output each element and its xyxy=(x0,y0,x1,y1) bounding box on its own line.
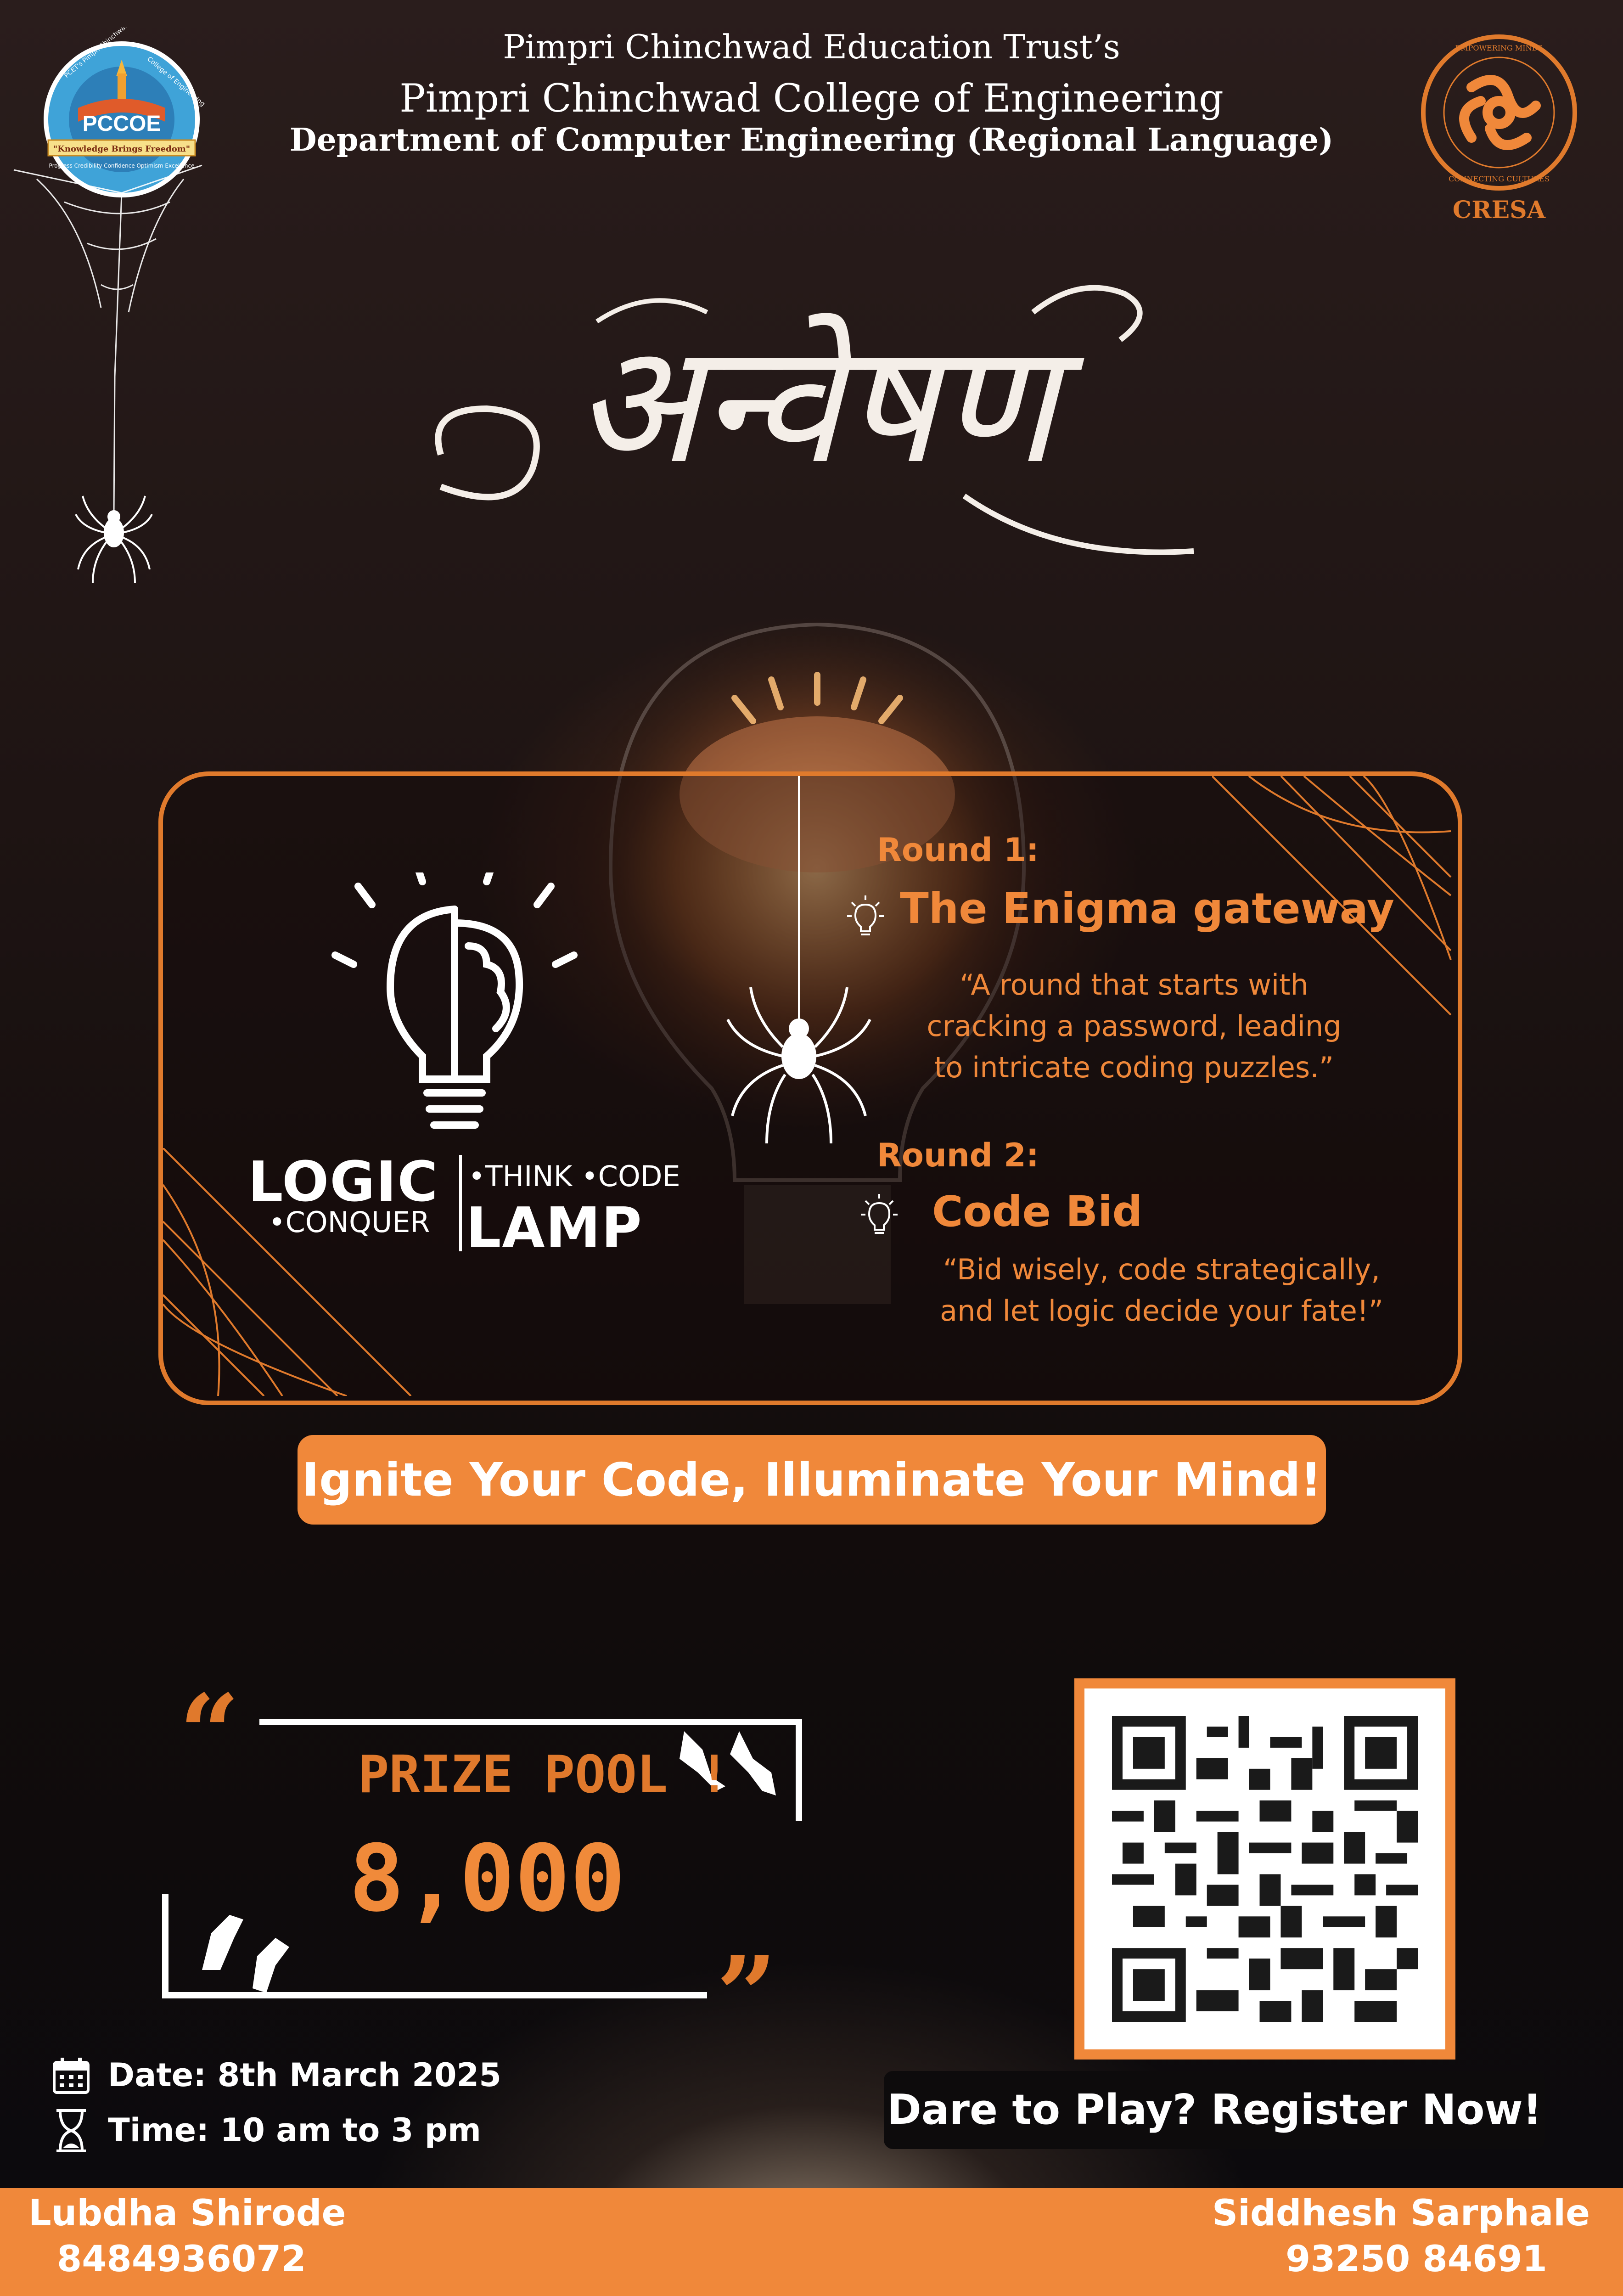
svg-text:CONNECTING CULTURES: CONNECTING CULTURES xyxy=(1449,174,1550,183)
logic-lamp-icon xyxy=(331,872,578,1129)
qr-code-image xyxy=(1112,1716,1418,2022)
prize-pool-label: PRIZE POOL ! xyxy=(358,1745,730,1805)
round1-desc-line: “A round that starts with xyxy=(960,968,1309,1002)
event-time: Time: 10 am to 3 pm xyxy=(108,2111,481,2149)
svg-text:CRESA: CRESA xyxy=(1453,196,1546,224)
prize-pool-amount: 8,000 xyxy=(349,1825,626,1932)
round2-title: Code Bid xyxy=(932,1187,1143,1236)
hourglass-icon xyxy=(56,2109,86,2152)
pccoe-logo: PCCOE "Knowledge Brings Freedom" Progres… xyxy=(13,28,206,584)
round2-description: “Bid wisely, code strategically, and let… xyxy=(909,1249,1414,1332)
round1-description: “A round that starts with cracking a pas… xyxy=(872,964,1396,1088)
contact-name: Lubdha Shirode xyxy=(28,2193,346,2234)
logic-divider xyxy=(459,1155,462,1251)
hanging-spider-icon xyxy=(726,776,871,1144)
contact-phone[interactable]: 93250 84691 xyxy=(1212,2236,1590,2282)
contact-phone[interactable]: 8484936072 xyxy=(28,2236,346,2282)
round1-title: The Enigma gateway xyxy=(900,884,1394,933)
contact-right: Siddhesh Sarphale 93250 84691 xyxy=(1212,2190,1590,2282)
svg-text:"Knowledge Brings Freedom": "Knowledge Brings Freedom" xyxy=(53,144,190,154)
title-flourish xyxy=(435,285,1194,555)
registration-qr-code[interactable] xyxy=(1074,1678,1455,2060)
round1-label: Round 1: xyxy=(877,831,1039,869)
contact-name: Siddhesh Sarphale xyxy=(1212,2193,1590,2234)
round1-desc-line: cracking a password, leading xyxy=(927,1009,1342,1043)
bulb-icon xyxy=(847,895,884,935)
register-now-button[interactable]: Dare to Play? Register Now! xyxy=(884,2071,1545,2149)
lamp-word: LAMP xyxy=(466,1196,643,1260)
round2-desc-line: “Bid wisely, code strategically, xyxy=(943,1253,1381,1286)
event-poster: Pimpri Chinchwad Education Trust’s Pimpr… xyxy=(0,0,1623,2296)
cresa-logo: EMPOWERING MINDS CONNECTING CULTURES CRE… xyxy=(1421,34,1577,224)
contact-left: Lubdha Shirode 8484936072 xyxy=(28,2190,346,2282)
logic-word: LOGIC xyxy=(248,1150,439,1214)
logic-tag-conquer: •CONQUER xyxy=(269,1205,430,1239)
tagline-banner: Ignite Your Code, Illuminate Your Mind! xyxy=(298,1435,1326,1525)
event-date: Date: 8th March 2025 xyxy=(108,2056,501,2094)
round2-label: Round 2: xyxy=(877,1137,1039,1174)
svg-text:EMPOWERING MINDS: EMPOWERING MINDS xyxy=(1455,44,1543,52)
svg-text:Progress Credibility Confidenc: Progress Credibility Confidence Optimism… xyxy=(49,163,195,169)
calendar-icon xyxy=(53,2058,90,2094)
round1-desc-line: to intricate coding puzzles.” xyxy=(934,1051,1334,1084)
logic-tag-think-code: •THINK •CODE xyxy=(468,1159,680,1193)
bulb-icon xyxy=(861,1194,898,1234)
round2-desc-line: and let logic decide your fate!” xyxy=(940,1294,1383,1328)
svg-text:PCCOE: PCCOE xyxy=(83,112,161,136)
